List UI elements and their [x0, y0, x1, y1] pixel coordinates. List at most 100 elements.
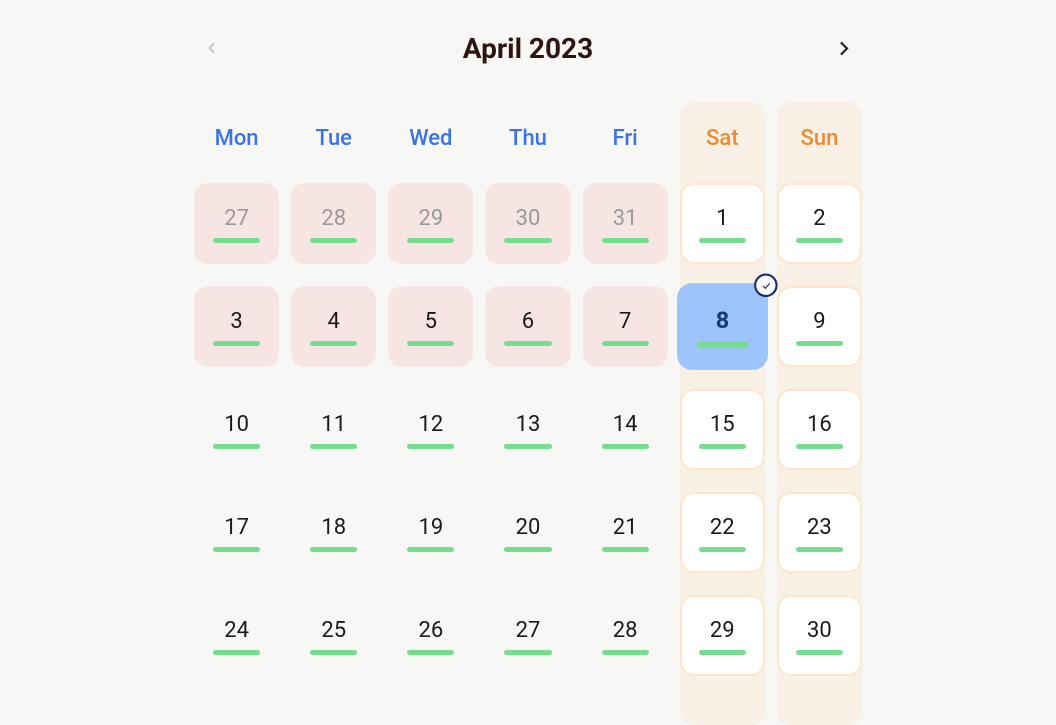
day-cell[interactable]: 20: [485, 492, 570, 573]
day-indicator: [504, 547, 551, 552]
day-cell[interactable]: 30: [485, 183, 570, 264]
day-cell[interactable]: 31: [583, 183, 668, 264]
day-indicator: [407, 650, 454, 655]
day-cell[interactable]: 8: [677, 283, 768, 370]
today-badge: [754, 274, 778, 298]
day-number: 29: [710, 618, 735, 643]
day-indicator: [213, 341, 260, 346]
day-cell[interactable]: 2: [777, 183, 862, 264]
day-number: 30: [807, 618, 832, 643]
weekday-label: Sun: [777, 112, 862, 165]
day-cell[interactable]: 6: [485, 286, 570, 367]
day-number: 21: [613, 515, 638, 540]
day-number: 23: [807, 515, 832, 540]
day-number: 28: [321, 206, 346, 231]
weekday-label: Wed: [388, 112, 473, 165]
day-cell[interactable]: 1: [680, 183, 765, 264]
day-number: 3: [230, 309, 242, 334]
day-cell[interactable]: 17: [194, 492, 279, 573]
day-indicator: [504, 341, 551, 346]
day-indicator: [699, 444, 746, 449]
day-cell[interactable]: 14: [583, 389, 668, 470]
day-indicator: [796, 238, 843, 243]
day-cell[interactable]: 23: [777, 492, 862, 573]
day-cell[interactable]: 11: [291, 389, 376, 470]
day-cell[interactable]: 15: [680, 389, 765, 470]
day-number: 6: [522, 309, 534, 334]
day-cell[interactable]: 10: [194, 389, 279, 470]
day-cell[interactable]: 3: [194, 286, 279, 367]
day-indicator: [796, 341, 843, 346]
day-indicator: [796, 650, 843, 655]
day-number: 5: [425, 309, 437, 334]
day-cell[interactable]: 24: [194, 595, 279, 676]
day-cell[interactable]: 16: [777, 389, 862, 470]
day-number: 24: [224, 618, 249, 643]
day-cell[interactable]: 4: [291, 286, 376, 367]
day-cell[interactable]: 30: [777, 595, 862, 676]
day-number: 27: [224, 206, 249, 231]
next-month-button[interactable]: [826, 30, 862, 66]
day-cell[interactable]: 19: [388, 492, 473, 573]
day-cell[interactable]: 29: [680, 595, 765, 676]
day-cell[interactable]: 13: [485, 389, 570, 470]
day-number: 16: [807, 412, 832, 437]
day-cell[interactable]: 29: [388, 183, 473, 264]
day-indicator: [213, 444, 260, 449]
day-cell[interactable]: 25: [291, 595, 376, 676]
day-indicator: [602, 341, 649, 346]
day-number: 17: [224, 515, 249, 540]
day-number: 7: [619, 309, 631, 334]
day-number: 12: [418, 412, 443, 437]
day-cell[interactable]: 18: [291, 492, 376, 573]
day-cell[interactable]: 26: [388, 595, 473, 676]
day-number: 4: [328, 309, 340, 334]
day-indicator: [699, 650, 746, 655]
day-cell[interactable]: 9: [777, 286, 862, 367]
day-number: 1: [716, 206, 728, 231]
day-number: 22: [710, 515, 735, 540]
day-number: 18: [321, 515, 346, 540]
calendar-header: April 2023: [194, 30, 862, 66]
day-cell[interactable]: 28: [583, 595, 668, 676]
day-indicator: [407, 444, 454, 449]
day-indicator: [504, 238, 551, 243]
check-icon: [760, 280, 772, 292]
day-indicator: [213, 238, 260, 243]
day-number: 10: [224, 412, 249, 437]
weekday-label: Thu: [485, 112, 570, 165]
day-number: 19: [418, 515, 443, 540]
day-indicator: [796, 444, 843, 449]
day-number: 29: [418, 206, 443, 231]
month-year-title: April 2023: [463, 32, 593, 65]
day-number: 13: [516, 412, 541, 437]
prev-month-button[interactable]: [194, 30, 230, 66]
day-cell[interactable]: 27: [194, 183, 279, 264]
day-number: 30: [516, 206, 541, 231]
day-number: 8: [716, 308, 730, 335]
day-cell[interactable]: 21: [583, 492, 668, 573]
chevron-left-icon: [204, 40, 220, 56]
day-indicator: [407, 238, 454, 243]
day-indicator: [796, 547, 843, 552]
day-number: 2: [813, 206, 825, 231]
day-number: 15: [710, 412, 735, 437]
day-cell[interactable]: 22: [680, 492, 765, 573]
day-number: 31: [613, 206, 638, 231]
weekday-label: Tue: [291, 112, 376, 165]
day-indicator: [310, 341, 357, 346]
day-indicator: [213, 547, 260, 552]
day-cell[interactable]: 7: [583, 286, 668, 367]
day-cell[interactable]: 28: [291, 183, 376, 264]
chevron-right-icon: [833, 38, 854, 59]
day-indicator: [602, 238, 649, 243]
day-cell[interactable]: 27: [485, 595, 570, 676]
days-grid: 2728293031123456789101112131415161718192…: [194, 183, 862, 676]
day-cell[interactable]: 5: [388, 286, 473, 367]
day-indicator: [602, 547, 649, 552]
day-indicator: [602, 650, 649, 655]
day-number: 25: [321, 618, 346, 643]
day-indicator: [699, 547, 746, 552]
day-cell[interactable]: 12: [388, 389, 473, 470]
day-indicator: [504, 650, 551, 655]
